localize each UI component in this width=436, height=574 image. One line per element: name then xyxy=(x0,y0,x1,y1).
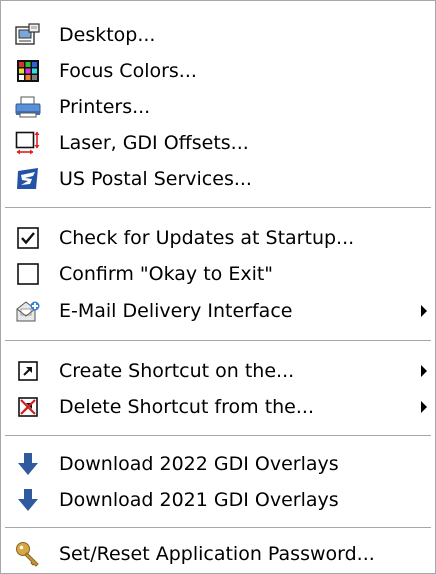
menu-item-label: E-Mail Delivery Interface xyxy=(59,300,293,322)
download-arrow-icon xyxy=(15,451,41,477)
menu-separator xyxy=(5,340,431,342)
menu-item-label: Download 2022 GDI Overlays xyxy=(59,453,339,475)
menu-separator xyxy=(5,207,431,209)
menu-item-label: Printers... xyxy=(59,96,151,118)
menu-item-email-delivery-interface[interactable]: E-Mail Delivery Interface xyxy=(1,293,435,329)
menu-item-laser-gdi-offsets[interactable]: Laser, GDI Offsets... xyxy=(1,125,435,161)
printer-icon xyxy=(15,94,41,120)
key-icon xyxy=(15,541,41,567)
desktop-icon xyxy=(15,22,41,48)
menu-item-download-2021-gdi-overlays[interactable]: Download 2021 GDI Overlays xyxy=(1,482,435,518)
menu-item-create-shortcut[interactable]: Create Shortcut on the... xyxy=(1,353,435,389)
checkbox-unchecked-icon xyxy=(15,261,41,287)
menu-item-label: Laser, GDI Offsets... xyxy=(59,132,249,154)
submenu-arrow-icon xyxy=(421,305,427,317)
menu-item-label: Check for Updates at Startup... xyxy=(59,227,355,249)
menu-item-desktop[interactable]: Desktop... xyxy=(1,17,435,53)
checkbox-checked-icon xyxy=(15,225,41,251)
menu-item-label: Delete Shortcut from the... xyxy=(59,396,314,418)
menu-item-label: Focus Colors... xyxy=(59,60,197,82)
context-menu: Desktop... Focus Colors... Printers... L… xyxy=(0,0,436,574)
menu-separator xyxy=(5,435,431,437)
usps-eagle-icon xyxy=(15,166,41,192)
menu-item-label: Desktop... xyxy=(59,24,156,46)
menu-item-label: US Postal Services... xyxy=(59,168,252,190)
menu-separator xyxy=(5,527,431,529)
menu-item-us-postal-services[interactable]: US Postal Services... xyxy=(1,161,435,197)
menu-item-set-reset-application-password[interactable]: Set/Reset Application Password... xyxy=(1,536,435,572)
menu-item-confirm-okay-to-exit[interactable]: Confirm "Okay to Exit" xyxy=(1,256,435,292)
menu-item-download-2022-gdi-overlays[interactable]: Download 2022 GDI Overlays xyxy=(1,446,435,482)
menu-item-label: Confirm "Okay to Exit" xyxy=(59,263,274,285)
menu-item-focus-colors[interactable]: Focus Colors... xyxy=(1,53,435,89)
submenu-arrow-icon xyxy=(421,401,427,413)
menu-item-label: Create Shortcut on the... xyxy=(59,360,295,382)
email-icon xyxy=(15,298,41,324)
menu-item-check-for-updates[interactable]: Check for Updates at Startup... xyxy=(1,220,435,256)
shortcut-create-icon xyxy=(15,358,41,384)
menu-item-label: Download 2021 GDI Overlays xyxy=(59,489,339,511)
download-arrow-icon xyxy=(15,487,41,513)
menu-item-delete-shortcut[interactable]: Delete Shortcut from the... xyxy=(1,389,435,425)
menu-item-printers[interactable]: Printers... xyxy=(1,89,435,125)
color-palette-icon xyxy=(15,58,41,84)
offsets-icon xyxy=(15,130,41,156)
shortcut-delete-icon xyxy=(15,394,41,420)
menu-item-label: Set/Reset Application Password... xyxy=(59,543,375,565)
submenu-arrow-icon xyxy=(421,365,427,377)
